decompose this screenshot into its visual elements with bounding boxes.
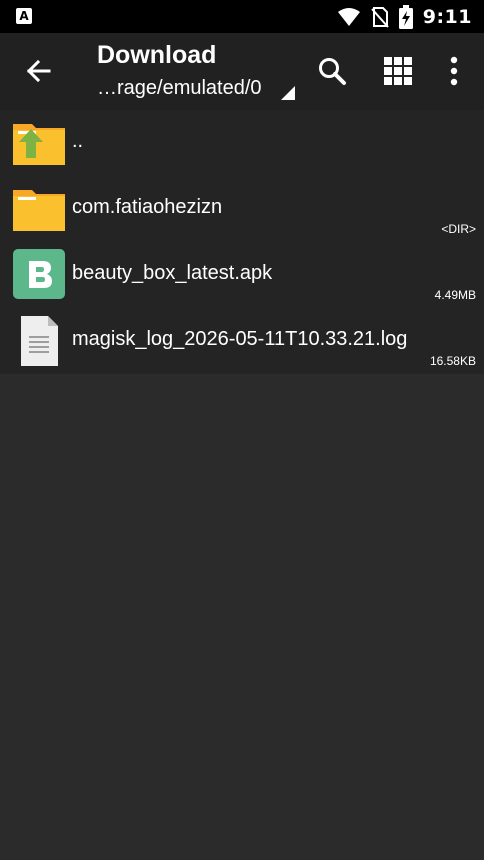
- back-button[interactable]: [20, 53, 56, 89]
- grid-view-icon: [384, 57, 412, 85]
- notification-a-icon: A: [16, 8, 32, 24]
- search-button[interactable]: [314, 53, 350, 89]
- text-file-icon: [12, 316, 66, 366]
- clock-time: 9:11: [422, 5, 472, 28]
- back-arrow-icon: [26, 59, 51, 83]
- file-name: ..: [72, 130, 84, 152]
- folder-icon: [12, 186, 66, 232]
- file-row-parent[interactable]: ..: [0, 110, 484, 176]
- file-row-folder[interactable]: com.fatiaohezizn <DIR>: [0, 176, 484, 242]
- file-row-apk[interactable]: beauty_box_latest.apk 4.49MB: [0, 242, 484, 308]
- file-name: com.fatiaohezizn: [72, 196, 223, 218]
- app-toolbar: Download …rage/emulated/0: [0, 33, 484, 110]
- more-options-button[interactable]: [436, 53, 472, 89]
- file-list: .. com.fatiaohezizn <DIR> beauty_box_lat…: [0, 110, 484, 374]
- file-meta: <DIR>: [441, 222, 476, 236]
- file-name: magisk_log_2026-05-11T10.33.21.log: [72, 328, 408, 350]
- file-meta: 4.49MB: [434, 288, 476, 302]
- parent-folder-icon: [12, 120, 66, 166]
- grid-view-button[interactable]: [380, 53, 416, 89]
- file-row-log[interactable]: magisk_log_2026-05-11T10.33.21.log 16.58…: [0, 308, 484, 374]
- status-icons: 9:11: [337, 0, 472, 33]
- wifi-icon: [337, 7, 360, 26]
- path-dropdown[interactable]: …rage/emulated/0: [97, 77, 262, 100]
- no-sim-icon: [370, 6, 389, 28]
- search-icon: [319, 58, 346, 85]
- more-vert-icon: [450, 56, 458, 86]
- file-meta: 16.58KB: [429, 354, 476, 368]
- file-name: beauty_box_latest.apk: [72, 262, 273, 284]
- page-title: Download: [97, 41, 217, 69]
- battery-charging-icon: [398, 4, 413, 29]
- apk-icon: [12, 249, 66, 299]
- dropdown-triangle-icon[interactable]: [281, 86, 295, 100]
- status-bar: A 9:11: [0, 0, 484, 33]
